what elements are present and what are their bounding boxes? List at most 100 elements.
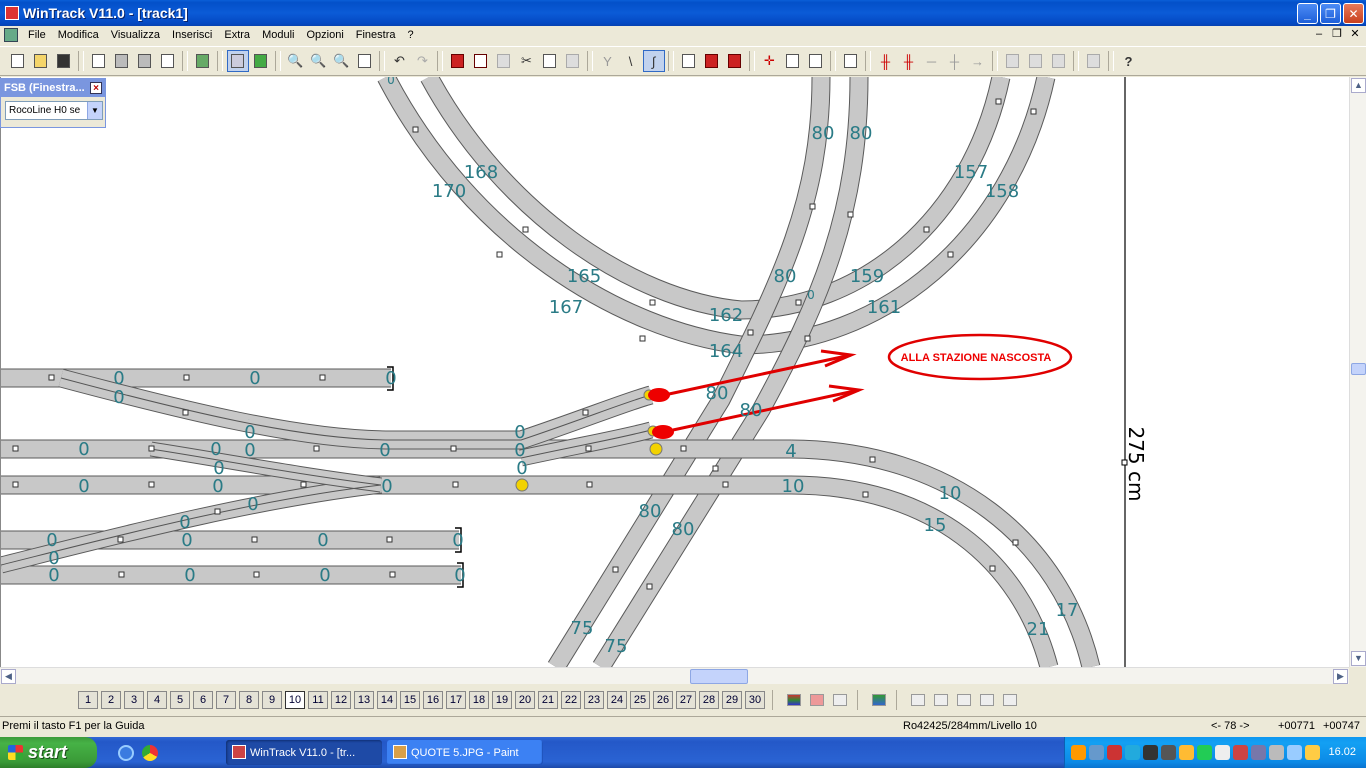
connect-icon[interactable]: ╫ <box>898 50 920 72</box>
height-icon[interactable] <box>840 50 862 72</box>
level-button[interactable]: 14 <box>377 691 397 709</box>
level-button[interactable]: 17 <box>446 691 466 709</box>
cut-icon[interactable]: ✂ <box>516 50 538 72</box>
signal-red-1[interactable] <box>648 388 670 402</box>
drawing-canvas[interactable]: ALLA STAZIONE NASCOSTA 275 cm 80 80 168 … <box>0 77 1349 667</box>
menu-help[interactable]: ? <box>402 29 420 41</box>
layer-grey-icon[interactable] <box>493 50 515 72</box>
tray-app-2-icon[interactable] <box>1089 745 1104 760</box>
tray-app-6-icon[interactable] <box>1215 745 1230 760</box>
level-button[interactable]: 22 <box>561 691 581 709</box>
block-icon[interactable] <box>701 50 723 72</box>
level-button[interactable]: 1 <box>78 691 98 709</box>
scroll-left-icon[interactable]: ◀ <box>1 669 16 684</box>
curve-tool-icon[interactable]: ∫ <box>642 50 665 72</box>
tracks-library-icon[interactable] <box>226 50 249 72</box>
parts-list-icon[interactable] <box>157 50 179 72</box>
level-button[interactable]: 15 <box>400 691 420 709</box>
horizontal-scrollbar[interactable]: ◀ ▶ <box>0 667 1349 684</box>
document-icon[interactable] <box>4 28 18 42</box>
menu-opzioni[interactable]: Opzioni <box>300 29 349 41</box>
level-button[interactable]: 16 <box>423 691 443 709</box>
title-bar[interactable]: WinTrack V11.0 - [track1] _ ❐ ✕ <box>0 0 1366 26</box>
level-button[interactable]: 18 <box>469 691 489 709</box>
close-button[interactable]: ✕ <box>1343 3 1364 24</box>
level-button[interactable]: 5 <box>170 691 190 709</box>
signal-yellow-3[interactable] <box>649 442 663 456</box>
open-folder-icon[interactable] <box>30 50 52 72</box>
level-button[interactable]: 24 <box>607 691 627 709</box>
chrome-icon[interactable] <box>142 745 158 761</box>
join-icon[interactable]: ┼ <box>944 50 966 72</box>
print-preview-icon[interactable] <box>88 50 110 72</box>
layer-swap-icon[interactable] <box>470 50 492 72</box>
split-icon[interactable]: ─ <box>921 50 943 72</box>
tray-app-8-icon[interactable] <box>1287 745 1302 760</box>
volume-icon[interactable] <box>1269 745 1284 760</box>
restore-button[interactable]: ❐ <box>1320 3 1341 24</box>
level-button[interactable]: 6 <box>193 691 213 709</box>
menu-visualizza[interactable]: Visualizza <box>105 29 166 41</box>
level-button-active[interactable]: 10 <box>285 691 305 709</box>
landscape-icon[interactable] <box>250 50 272 72</box>
zoom-all-icon[interactable] <box>354 50 376 72</box>
undo-icon[interactable]: ↶ <box>389 50 411 72</box>
level-button[interactable]: 23 <box>584 691 604 709</box>
monitor-icon[interactable] <box>1143 745 1158 760</box>
bluetooth-icon[interactable] <box>1107 745 1122 760</box>
print-icon[interactable] <box>111 50 133 72</box>
task-paint[interactable]: QUOTE 5.JPG - Paint <box>387 740 543 765</box>
menu-moduli[interactable]: Moduli <box>256 29 300 41</box>
menu-extra[interactable]: Extra <box>218 29 256 41</box>
rotate-180-icon[interactable] <box>805 50 827 72</box>
level-button[interactable]: 26 <box>653 691 673 709</box>
menu-inserisci[interactable]: Inserisci <box>166 29 218 41</box>
save-icon[interactable] <box>53 50 75 72</box>
tray-app-9-icon[interactable] <box>1305 745 1320 760</box>
context-help-icon[interactable]: ? <box>1118 50 1140 72</box>
fsb-close-icon[interactable]: × <box>90 82 102 94</box>
vertical-scrollbar[interactable]: ▲ ▼ <box>1349 77 1366 667</box>
tray-app-5-icon[interactable] <box>1197 745 1212 760</box>
level-button[interactable]: 20 <box>515 691 535 709</box>
zoom-out-icon[interactable]: 🔍 <box>285 50 307 72</box>
track-library-select[interactable]: RocoLine H0 se ▼ <box>5 101 103 120</box>
scroll-down-icon[interactable]: ▼ <box>1351 651 1366 666</box>
mdi-restore-button[interactable]: ❐ <box>1330 27 1344 41</box>
layer-manager-icon[interactable] <box>869 691 889 709</box>
horizontal-scroll-thumb[interactable] <box>690 669 748 684</box>
extend-icon[interactable]: → <box>967 50 989 72</box>
start-button[interactable]: start <box>0 737 97 768</box>
track-plan[interactable]: ALLA STAZIONE NASCOSTA 275 cm 80 80 168 … <box>1 77 1349 667</box>
scroll-right-icon[interactable]: ▶ <box>1333 669 1348 684</box>
network-icon[interactable] <box>1161 745 1176 760</box>
paste-icon[interactable] <box>562 50 584 72</box>
level-button[interactable]: 29 <box>722 691 742 709</box>
mdi-close-button[interactable]: ✕ <box>1348 27 1362 41</box>
switch-tool-icon[interactable]: Y <box>597 50 619 72</box>
copy-icon[interactable] <box>539 50 561 72</box>
clock[interactable]: 16.02 <box>1328 746 1356 758</box>
level-button[interactable]: 2 <box>101 691 121 709</box>
level-button[interactable]: 4 <box>147 691 167 709</box>
level-button[interactable]: 12 <box>331 691 351 709</box>
level-button[interactable]: 30 <box>745 691 765 709</box>
signal-red-2[interactable] <box>652 425 674 439</box>
signal-yellow-4[interactable] <box>515 478 529 492</box>
measure-icon[interactable] <box>782 50 804 72</box>
app-icon[interactable] <box>5 6 19 20</box>
layer-red-icon[interactable] <box>447 50 469 72</box>
menu-modifica[interactable]: Modifica <box>52 29 105 41</box>
level-button[interactable]: 27 <box>676 691 696 709</box>
tray-app-1-icon[interactable] <box>1071 745 1086 760</box>
level-button[interactable]: 13 <box>354 691 374 709</box>
level-button[interactable]: 25 <box>630 691 650 709</box>
level-button[interactable]: 9 <box>262 691 282 709</box>
scroll-up-icon[interactable]: ▲ <box>1351 78 1366 93</box>
tray-app-4-icon[interactable] <box>1179 745 1194 760</box>
menu-finestra[interactable]: Finestra <box>350 29 402 41</box>
internet-explorer-icon[interactable] <box>118 745 134 761</box>
level-button[interactable]: 7 <box>216 691 236 709</box>
security-icon[interactable] <box>1233 745 1248 760</box>
level-button[interactable]: 8 <box>239 691 259 709</box>
